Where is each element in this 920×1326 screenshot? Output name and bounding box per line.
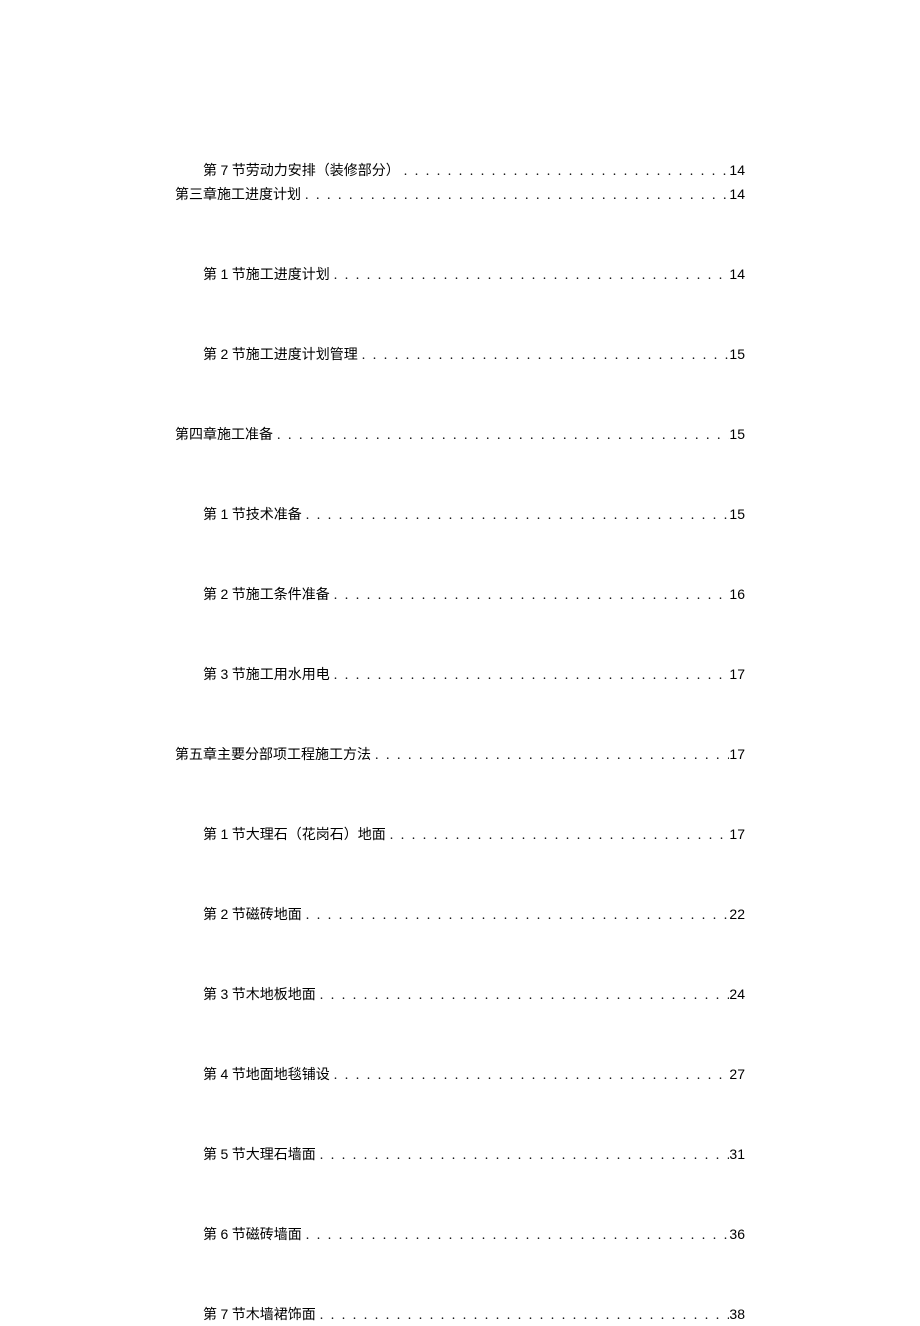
toc-leader-dots: [330, 1065, 730, 1086]
toc-entry: 第 3 节木地板地面 24: [175, 984, 745, 1006]
toc-section-label: 第 7 节木墙裙饰面: [175, 1304, 316, 1326]
toc-page-number: 14: [729, 264, 745, 285]
toc-page-number: 38: [729, 1304, 745, 1325]
toc-page-number: 16: [729, 584, 745, 605]
toc-section-label: 第 3 节木地板地面: [175, 984, 316, 1006]
toc-entry: 第四章施工准备 15: [175, 424, 745, 446]
toc-section-label: 第 6 节磁砖墙面: [175, 1224, 302, 1246]
toc-chapter-label: 第三章施工进度计划: [175, 185, 301, 206]
toc-leader-dots: [302, 1225, 730, 1246]
toc-page-number: 14: [729, 160, 745, 181]
toc-entry: 第 2 节施工条件准备 16: [175, 584, 745, 606]
toc-leader-dots: [316, 1145, 730, 1166]
toc-leader-dots: [386, 825, 730, 846]
toc-page-number: 17: [729, 664, 745, 685]
toc-page-number: 36: [729, 1224, 745, 1245]
toc-leader-dots: [400, 161, 730, 182]
toc-page-number: 14: [729, 184, 745, 205]
toc-entry: 第 4 节地面地毯铺设 27: [175, 1064, 745, 1086]
toc-section-label: 第 2 节磁砖地面: [175, 904, 302, 926]
toc-leader-dots: [330, 265, 730, 286]
toc-section-label: 第 7 节劳动力安排（装修部分）: [175, 160, 400, 182]
toc-section-label: 第 1 节技术准备: [175, 504, 302, 526]
toc-chapter-label: 第五章主要分部项工程施工方法: [175, 745, 371, 766]
toc-section-label: 第 4 节地面地毯铺设: [175, 1064, 330, 1086]
toc-entry: 第 1 节大理石（花岗石）地面 17: [175, 824, 745, 846]
toc-section-label: 第 2 节施工条件准备: [175, 584, 330, 606]
toc-chapter-label: 第四章施工准备: [175, 425, 273, 446]
toc-page-number: 22: [729, 904, 745, 925]
toc-page-number: 15: [729, 424, 745, 445]
toc-entry: 第 7 节劳动力安排（装修部分） 14: [175, 160, 745, 182]
toc-entry: 第 2 节施工进度计划管理 15: [175, 344, 745, 366]
toc-section-label: 第 2 节施工进度计划管理: [175, 344, 358, 366]
toc-leader-dots: [302, 905, 730, 926]
toc-leader-dots: [358, 345, 730, 366]
toc-entry: 第 1 节技术准备 15: [175, 504, 745, 526]
toc-leader-dots: [316, 985, 730, 1006]
toc-leader-dots: [273, 425, 729, 446]
toc-leader-dots: [371, 745, 729, 766]
toc-entry: 第五章主要分部项工程施工方法 17: [175, 744, 745, 766]
toc-leader-dots: [330, 665, 730, 686]
toc-section-label: 第 3 节施工用水用电: [175, 664, 330, 686]
toc-leader-dots: [302, 505, 730, 526]
toc-entry: 第 1 节施工进度计划 14: [175, 264, 745, 286]
toc-page-number: 17: [729, 744, 745, 765]
toc-entry: 第 2 节磁砖地面 22: [175, 904, 745, 926]
toc-section-label: 第 1 节施工进度计划: [175, 264, 330, 286]
toc-section-label: 第 1 节大理石（花岗石）地面: [175, 824, 386, 846]
toc-entry: 第 6 节磁砖墙面 36: [175, 1224, 745, 1246]
toc-page-number: 31: [729, 1144, 745, 1165]
toc-entry: 第三章施工进度计划 14: [175, 184, 745, 206]
toc-entry: 第 3 节施工用水用电 17: [175, 664, 745, 686]
toc-page-number: 27: [729, 1064, 745, 1085]
toc-leader-dots: [316, 1305, 730, 1326]
toc-page-number: 17: [729, 824, 745, 845]
toc-container: 第 7 节劳动力安排（装修部分）14第三章施工进度计划14第 1 节施工进度计划…: [175, 160, 745, 1326]
toc-page-number: 15: [729, 504, 745, 525]
toc-page-number: 24: [729, 984, 745, 1005]
toc-page-number: 15: [729, 344, 745, 365]
toc-entry: 第 7 节木墙裙饰面 38: [175, 1304, 745, 1326]
toc-section-label: 第 5 节大理石墙面: [175, 1144, 316, 1166]
toc-leader-dots: [330, 585, 730, 606]
toc-entry: 第 5 节大理石墙面 31: [175, 1144, 745, 1166]
toc-leader-dots: [301, 185, 729, 206]
